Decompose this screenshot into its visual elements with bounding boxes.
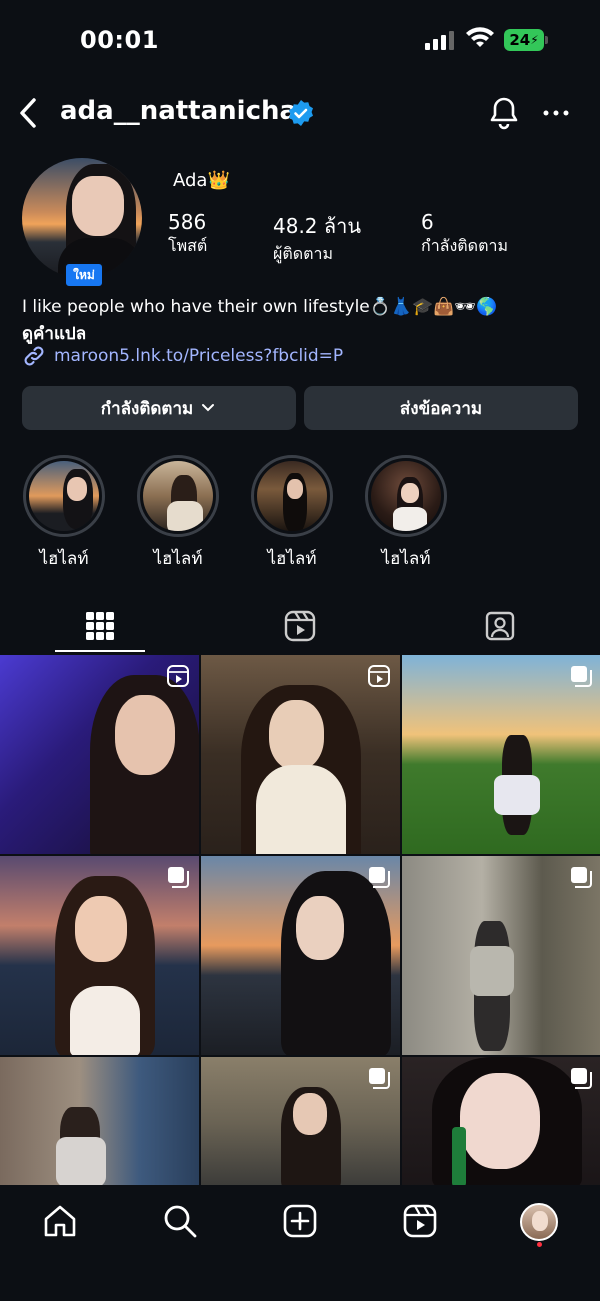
stat-following-label: กำลังติดตาม (421, 236, 508, 255)
post-thumbnail[interactable] (201, 856, 400, 1055)
status-time: 00:01 (80, 26, 159, 54)
carousel-badge-icon (168, 867, 189, 888)
profile-avatar-nav[interactable] (520, 1203, 558, 1241)
message-button[interactable]: ส่งข้อความ (304, 386, 578, 430)
post-thumbnail[interactable] (402, 856, 600, 1055)
search-icon[interactable] (162, 1203, 198, 1239)
post-thumbnail[interactable] (201, 655, 400, 854)
carousel-badge-icon (571, 666, 592, 687)
stat-followers[interactable]: 48.2 ล้าน ผู้ติดตาม (273, 210, 361, 267)
highlight-cover (29, 461, 99, 531)
display-name: Ada👑 (173, 170, 230, 191)
post-thumbnail[interactable] (0, 856, 199, 1055)
see-translation-link[interactable]: ดูคำแปล (22, 320, 86, 347)
tab-tagged[interactable] (400, 598, 600, 654)
following-button-label: กำลังติดตาม (100, 398, 194, 419)
highlight-label: ไฮไลท์ (267, 549, 317, 569)
grid-icon (86, 612, 114, 640)
post-thumbnail[interactable] (0, 655, 199, 854)
posts-grid (0, 655, 600, 1189)
cellular-signal-icon (425, 31, 454, 50)
highlight-label: ไฮไลท์ (39, 549, 89, 569)
post-thumbnail[interactable] (402, 655, 600, 854)
highlight-item[interactable]: ไฮไลท์ (361, 455, 451, 572)
profile-link-text: maroon5.lnk.to/Priceless?fbclid=P (54, 346, 344, 366)
highlight-cover (257, 461, 327, 531)
reel-badge-icon (368, 665, 390, 687)
battery-level: 24 (509, 31, 531, 49)
reel-badge-icon (167, 665, 189, 687)
highlight-cover (371, 461, 441, 531)
tab-posts-grid[interactable] (0, 598, 200, 654)
highlight-label: ไฮไลท์ (381, 549, 431, 569)
active-tab-indicator (55, 650, 145, 652)
highlight-item[interactable]: ไฮไลท์ (19, 455, 109, 572)
verified-badge-icon (289, 100, 313, 126)
post-thumbnail[interactable] (0, 1057, 199, 1189)
carousel-badge-icon (369, 867, 390, 888)
highlight-label: ไฮไลท์ (153, 549, 203, 569)
stat-posts-value: 586 (168, 210, 207, 234)
profile-bio: I like people who have their own lifesty… (22, 297, 498, 317)
post-thumbnail[interactable] (201, 1057, 400, 1189)
carousel-badge-icon (369, 1068, 390, 1089)
highlight-item[interactable]: ไฮไลท์ (247, 455, 337, 572)
battery-icon: 24 ⚡ (504, 29, 548, 51)
profile-username: ada__nattanicha (60, 96, 298, 126)
stat-following[interactable]: 6 กำลังติดตาม (421, 210, 508, 259)
more-options-icon[interactable] (540, 100, 572, 126)
profile-tabs (0, 598, 600, 654)
tab-reels[interactable] (200, 598, 400, 654)
home-icon[interactable] (42, 1203, 78, 1239)
post-thumbnail[interactable] (402, 1057, 600, 1189)
link-icon (24, 346, 44, 366)
profile-avatar[interactable] (22, 158, 142, 278)
bottom-navigation (0, 1185, 600, 1301)
stat-posts[interactable]: 586 โพสต์ (168, 210, 207, 259)
stat-followers-value: 48.2 ล้าน (273, 214, 362, 238)
profile-link[interactable]: maroon5.lnk.to/Priceless?fbclid=P (22, 344, 343, 368)
highlight-item[interactable]: ไฮไลท์ (133, 455, 223, 572)
carousel-badge-icon (571, 867, 592, 888)
carousel-badge-icon (571, 1068, 592, 1089)
create-post-icon[interactable] (282, 1203, 318, 1239)
chevron-down-icon (202, 404, 215, 412)
stat-posts-label: โพสต์ (168, 236, 208, 255)
new-story-badge: ใหม่ (64, 262, 104, 288)
stat-following-value: 6 (421, 210, 434, 234)
reels-icon (284, 610, 316, 642)
notification-bell-icon[interactable] (488, 96, 520, 130)
notification-dot (537, 1242, 542, 1247)
wifi-icon (466, 27, 494, 47)
back-arrow-icon[interactable] (14, 96, 44, 130)
following-button[interactable]: กำลังติดตาม (22, 386, 296, 430)
reels-nav-icon[interactable] (402, 1203, 438, 1239)
tagged-person-icon (485, 611, 515, 641)
stat-followers-label: ผู้ติดตาม (273, 244, 334, 263)
highlight-cover (143, 461, 213, 531)
message-button-label: ส่งข้อความ (399, 398, 483, 419)
